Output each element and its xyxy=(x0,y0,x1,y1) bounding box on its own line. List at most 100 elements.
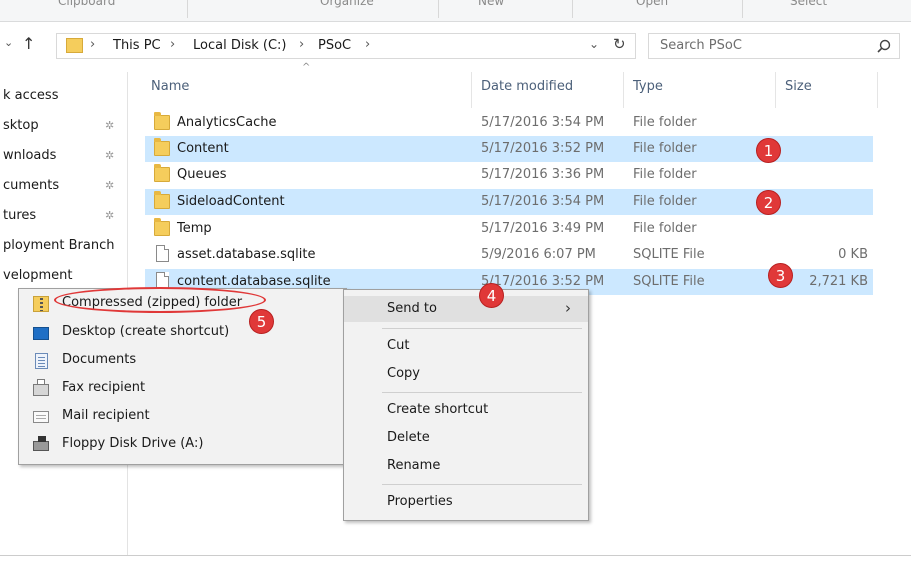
documents-icon xyxy=(35,353,48,369)
ribbon-group-labels: Clipboard Organize New Open Select xyxy=(0,0,911,22)
menu-item-label: Mail recipient xyxy=(62,408,150,423)
folder-icon xyxy=(154,191,170,209)
file-row-queues[interactable]: Queues 5/17/2016 3:36 PM File folder xyxy=(145,162,873,188)
breadcrumb-separator-icon[interactable]: › xyxy=(170,37,175,52)
search-placeholder: Search PSoC xyxy=(660,38,742,53)
file-type: File folder xyxy=(633,115,697,130)
file-date: 5/17/2016 3:54 PM xyxy=(481,115,605,130)
menu-item-send-to[interactable]: Send to › xyxy=(344,296,588,322)
ribbon-group-open: Open xyxy=(636,0,669,8)
ribbon-group-select: Select xyxy=(790,0,828,8)
menu-item-label: Documents xyxy=(62,352,137,367)
menu-item-label: Fax recipient xyxy=(62,380,146,395)
send-to-submenu: Compressed (zipped) folder Desktop (crea… xyxy=(18,288,347,465)
refresh-icon[interactable]: ↻ xyxy=(613,35,626,53)
menu-item-delete[interactable]: Delete xyxy=(344,425,588,451)
breadcrumb-psoc[interactable]: PSoC xyxy=(318,38,351,53)
up-arrow-icon[interactable]: ↑ xyxy=(22,34,35,53)
callout-badge-1: 1 xyxy=(756,138,781,163)
nav-item-downloads[interactable]: wnloads xyxy=(3,148,56,163)
nav-item-documents[interactable]: cuments xyxy=(3,178,59,193)
file-name: Queues xyxy=(177,167,227,182)
callout-badge-5: 5 xyxy=(249,309,274,334)
nav-item-desktop[interactable]: sktop xyxy=(3,118,39,133)
nav-item-deployment-branch[interactable]: ployment Branch xyxy=(3,238,115,253)
search-icon[interactable] xyxy=(877,39,891,53)
menu-item-label: Delete xyxy=(387,430,430,445)
file-name: content.database.sqlite xyxy=(177,274,331,289)
pin-icon: ✲ xyxy=(105,179,115,192)
breadcrumb-separator-icon[interactable]: › xyxy=(299,37,304,52)
highlight-ellipse xyxy=(54,287,266,313)
nav-item-quick-access[interactable]: k access xyxy=(3,88,58,103)
file-date: 5/17/2016 3:49 PM xyxy=(481,221,605,236)
address-dropdown-chevron-icon[interactable]: ⌄ xyxy=(589,37,599,51)
nav-item-pictures[interactable]: tures xyxy=(3,208,36,223)
column-header-date-modified[interactable]: Date modified xyxy=(481,79,573,94)
file-icon xyxy=(156,245,169,262)
fax-icon xyxy=(33,379,49,396)
file-date: 5/17/2016 3:52 PM xyxy=(481,141,605,156)
folder-icon xyxy=(154,112,170,130)
column-header-name[interactable]: Name xyxy=(151,79,189,94)
file-date: 5/17/2016 3:54 PM xyxy=(481,194,605,209)
file-row-asset-database[interactable]: asset.database.sqlite 5/9/2016 6:07 PM S… xyxy=(145,242,873,268)
menu-item-label: Floppy Disk Drive (A:) xyxy=(62,436,204,451)
floppy-drive-icon xyxy=(33,436,49,451)
callout-badge-4: 4 xyxy=(479,283,504,308)
menu-item-rename[interactable]: Rename xyxy=(344,453,588,479)
column-separator[interactable] xyxy=(877,72,878,108)
mail-icon xyxy=(33,411,49,423)
file-name: Temp xyxy=(177,221,212,236)
menu-item-create-shortcut[interactable]: Create shortcut xyxy=(344,397,588,423)
recent-locations-chevron-icon[interactable]: ⌄ xyxy=(4,36,13,49)
column-header-type[interactable]: Type xyxy=(633,79,663,94)
file-row-temp[interactable]: Temp 5/17/2016 3:49 PM File folder xyxy=(145,216,873,242)
send-to-documents[interactable]: Documents xyxy=(19,347,346,375)
zip-folder-icon xyxy=(33,296,49,312)
chevron-right-icon: › xyxy=(565,299,571,317)
menu-item-cut[interactable]: Cut xyxy=(344,333,588,359)
ribbon-separator xyxy=(438,0,439,18)
sort-ascending-icon: ^ xyxy=(302,62,311,73)
menu-item-copy[interactable]: Copy xyxy=(344,361,588,387)
file-name: AnalyticsCache xyxy=(177,115,277,130)
file-type: File folder xyxy=(633,141,697,156)
file-row-analyticscache[interactable]: AnalyticsCache 5/17/2016 3:54 PM File fo… xyxy=(145,110,873,136)
callout-badge-3: 3 xyxy=(768,263,793,288)
window-bottom-edge xyxy=(0,555,911,561)
desktop-icon xyxy=(33,327,49,340)
send-to-mail-recipient[interactable]: Mail recipient xyxy=(19,403,346,431)
breadcrumb-local-disk[interactable]: Local Disk (C:) xyxy=(193,38,286,53)
folder-icon xyxy=(154,138,170,156)
column-separator[interactable] xyxy=(623,72,624,108)
send-to-desktop[interactable]: Desktop (create shortcut) xyxy=(19,319,346,347)
file-type: SQLITE File xyxy=(633,247,705,262)
breadcrumb-this-pc[interactable]: This PC xyxy=(113,38,161,53)
pin-icon: ✲ xyxy=(105,119,115,132)
menu-item-label: Rename xyxy=(387,458,441,473)
send-to-fax-recipient[interactable]: Fax recipient xyxy=(19,375,346,403)
address-bar-row: ⌄ ↑ › This PC › Local Disk (C:) › PSoC ›… xyxy=(0,30,911,64)
file-size: 0 KB xyxy=(838,247,868,262)
column-separator[interactable] xyxy=(775,72,776,108)
breadcrumb-separator-icon: › xyxy=(90,37,96,52)
ribbon-separator xyxy=(572,0,573,18)
menu-item-label: Properties xyxy=(387,494,453,509)
search-input[interactable]: Search PSoC xyxy=(648,33,900,59)
address-bar[interactable]: › This PC › Local Disk (C:) › PSoC › ⌄ ↻ xyxy=(56,33,636,59)
column-separator[interactable] xyxy=(471,72,472,108)
menu-item-properties[interactable]: Properties xyxy=(344,489,588,515)
nav-item-development[interactable]: velopment xyxy=(3,268,73,283)
file-type: File folder xyxy=(633,167,697,182)
ribbon-group-new: New xyxy=(478,0,505,8)
breadcrumb-separator-icon[interactable]: › xyxy=(365,37,370,52)
file-type: SQLITE File xyxy=(633,274,705,289)
file-type: File folder xyxy=(633,221,697,236)
menu-separator xyxy=(382,392,582,393)
file-size: 2,721 KB xyxy=(809,274,868,289)
send-to-floppy-drive[interactable]: Floppy Disk Drive (A:) xyxy=(19,431,346,459)
column-header-size[interactable]: Size xyxy=(785,79,812,94)
menu-separator xyxy=(382,484,582,485)
folder-icon xyxy=(66,38,83,53)
